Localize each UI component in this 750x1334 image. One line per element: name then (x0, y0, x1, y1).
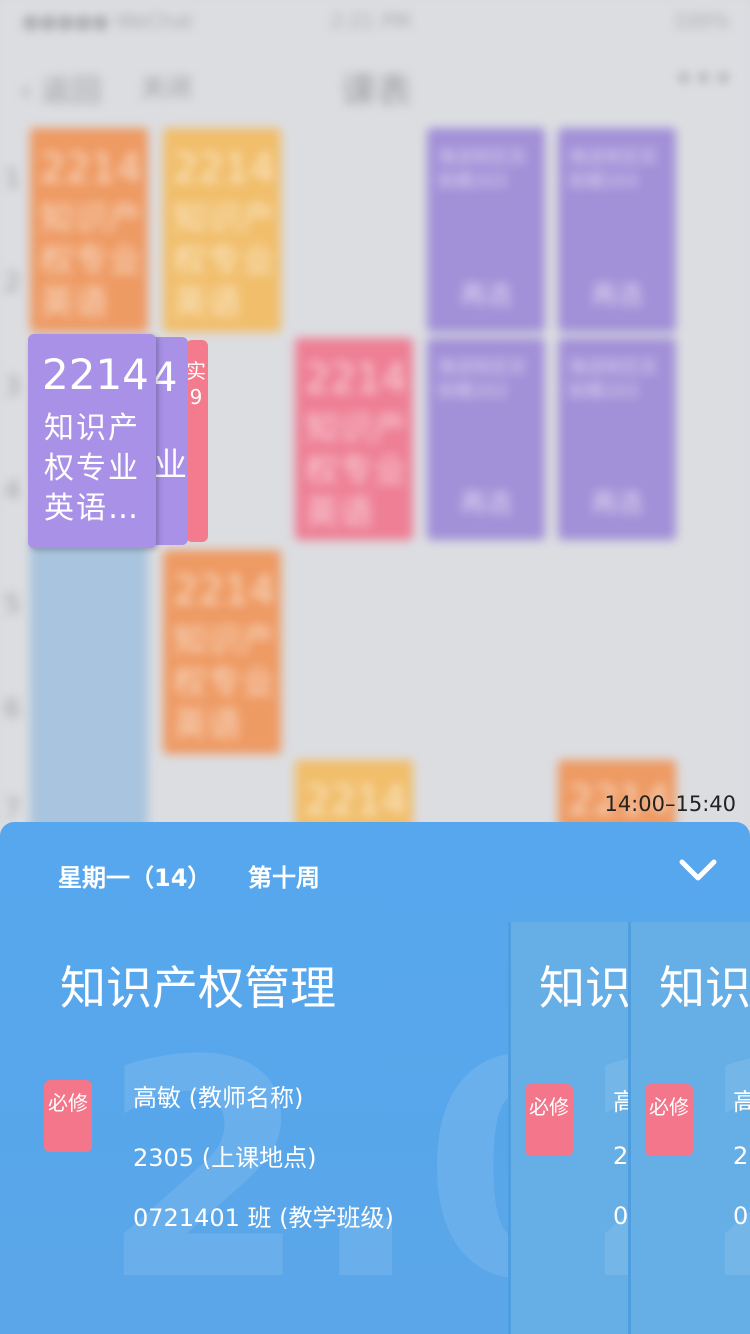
course-selection: 再选 (459, 489, 512, 519)
row-number: 4 (4, 476, 21, 506)
carrier-label: ●●●●● WeChat (22, 9, 194, 33)
course-title: 知识 (659, 961, 750, 1015)
status-time: 2:21 PM (330, 9, 411, 33)
course-title: 知识产权管理 (60, 961, 336, 1015)
overlay-course-block[interactable]: 2214 知识产权专业英语… (28, 334, 156, 548)
row-number: 1 (4, 164, 21, 194)
course-code: 2214 (305, 356, 407, 402)
row-number: 2 (4, 268, 21, 298)
course-location: 海淀校区实验楼203 (568, 147, 658, 192)
required-badge: 必修 (645, 1084, 693, 1156)
course-location: 海淀校区实验楼203 (437, 147, 527, 192)
required-badge: 必修 (525, 1084, 573, 1156)
course-block[interactable]: 海淀校区实验楼203 再选 (427, 128, 545, 332)
nav-bar: ‹ 返回 关闭 课表 ••• (0, 40, 750, 130)
row-number: 7 (4, 794, 21, 824)
required-badge: 必修 (44, 1080, 92, 1152)
close-button[interactable]: 关闭 (140, 68, 192, 105)
week-label: 第十周 (248, 864, 320, 892)
overlay-back-code: 4 (152, 355, 178, 401)
day-label: 星期一（14） (58, 864, 212, 892)
course-card[interactable]: 2 知识 必修 高 2 0 (628, 922, 750, 1334)
course-name: 知识产权专业英语 (40, 199, 142, 323)
row-number: 6 (4, 694, 21, 724)
course-block[interactable]: 海淀校区实验楼203 再选 (427, 338, 545, 540)
row-number: 5 (4, 590, 21, 620)
course-selection: 再选 (459, 281, 512, 311)
chevron-down-icon[interactable] (676, 854, 720, 886)
overlay-course-code: 2214 (42, 350, 149, 399)
course-name: 知识产权专业英语 (305, 409, 407, 533)
course-code: 2214 (173, 146, 275, 192)
time-range-label: 14:00–15:40 (604, 792, 736, 816)
course-block[interactable]: 2214 知识产权专业英语 (30, 128, 148, 332)
course-block[interactable]: 海淀校区实验楼203 再选 (558, 128, 676, 332)
course-detail-sheet: 星期一（14） 第十周 2.0 知识产权管理 必修 高敏 (教师名称) 2305… (0, 822, 750, 1334)
class-number: 0721401 班 (教学班级) (133, 1204, 394, 1232)
back-label: 返回 (41, 74, 102, 109)
overlay-red-block[interactable]: 实9 (186, 340, 208, 542)
teacher-name: 高敏 (教师名称) (133, 1084, 304, 1112)
row-number: 3 (4, 372, 21, 402)
course-location: 海淀校区实验楼203 (437, 357, 527, 402)
course-name: 知识产权专业英语 (173, 199, 275, 323)
version-watermark: 2 (581, 1022, 635, 1322)
course-selection: 再选 (590, 489, 643, 519)
page-title: 课表 (340, 71, 413, 112)
overlay-course-name: 知识产权专业英语… (44, 411, 140, 526)
teacher-name: 高 (733, 1082, 750, 1117)
class-number: 0 (733, 1202, 749, 1230)
classroom: 2305 (上课地点) (133, 1144, 317, 1172)
course-title: 知识 (539, 961, 631, 1015)
overlay-red-text: 实9 (186, 359, 206, 409)
more-icon[interactable]: ••• (675, 62, 734, 97)
course-code: 2214 (305, 778, 407, 824)
back-button[interactable]: ‹ 返回 (20, 66, 102, 110)
classroom: 2 (733, 1142, 749, 1170)
selected-column-highlight (30, 540, 148, 840)
course-card[interactable]: 2 知识 必修 高 23 07 (508, 922, 635, 1334)
course-code: 2214 (40, 146, 142, 192)
course-block[interactable]: 海淀校区实验楼203 再选 (558, 338, 676, 540)
status-bar: ●●●●● WeChat 2:21 PM 100% (0, 0, 750, 40)
course-block[interactable]: 2214 知识产权专业英语 (295, 338, 413, 540)
course-card[interactable]: 2.0 知识产权管理 必修 高敏 (教师名称) 2305 (上课地点) 0721… (0, 922, 510, 1334)
course-block[interactable]: 2214 知识产权专业英语 (163, 550, 281, 754)
version-watermark: 2 (701, 1022, 750, 1322)
course-name: 知识产权专业英语 (173, 621, 275, 745)
course-location: 海淀校区实验楼203 (568, 357, 658, 402)
battery-level: 100% (672, 9, 730, 33)
course-block[interactable]: 2214 知识产权专业英语 (163, 128, 281, 332)
course-selection: 再选 (590, 281, 643, 311)
overlay-back-name: 业… (154, 445, 188, 484)
course-code: 2214 (173, 568, 275, 614)
